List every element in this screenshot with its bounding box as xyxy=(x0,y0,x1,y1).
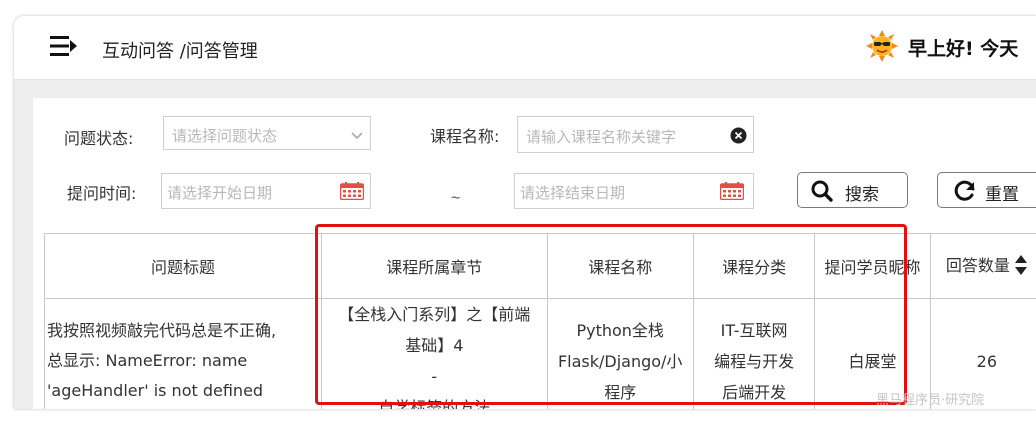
search-button[interactable]: 搜索 xyxy=(797,172,908,208)
chapter-line: 基础】4 xyxy=(405,336,464,355)
question-title-cell: 我按照视频敲完代码总是不正确, 总显示: NameError: name 'ag… xyxy=(43,298,323,409)
start-date-picker[interactable]: 请选择开始日期 xyxy=(161,173,371,209)
column-header-answers[interactable]: 回答数量 xyxy=(929,233,1036,299)
table-header-row: 问题标题 课程所属章节 课程名称 课程分类 提问学员昵称 回答数量 xyxy=(43,233,1036,299)
watermark: 黑马程序员·研究院 xyxy=(876,393,985,408)
questions-table: 问题标题 课程所属章节 课程名称 课程分类 提问学员昵称 回答数量 我按照视频敲… xyxy=(43,233,1036,409)
chapter-cell: 【全栈入门系列】之【前端 基础】4 - 自学标签的方法 xyxy=(321,298,548,409)
date-range-separator: ~ xyxy=(451,190,461,207)
app-window: 互动问答 /问答管理 早上好! 今天 问题状态: 请选择问题状态 课程名称: 请… xyxy=(14,16,1036,409)
category-line: 编程与开发 xyxy=(714,351,795,371)
chapter-line: 【全栈入门系列】之【前端 xyxy=(338,305,531,324)
category-line: 后端开发 xyxy=(722,382,787,402)
course-cell: Python全栈 Flask/Django/小 程序 xyxy=(546,298,694,409)
calendar-icon xyxy=(719,182,745,205)
course-line: Python全栈 xyxy=(576,320,664,340)
course-search-input[interactable]: 请输入课程名称关键字 xyxy=(517,116,754,153)
answers-header-label: 回答数量 xyxy=(945,256,1010,276)
question-title-line: 'ageHandler' is not defined xyxy=(47,381,264,400)
calendar-icon xyxy=(339,182,365,205)
reset-button[interactable]: 重置 xyxy=(937,172,1036,208)
clear-icon[interactable] xyxy=(730,127,747,149)
top-bar: 互动问答 /问答管理 早上好! 今天 xyxy=(14,16,1036,80)
sort-icon[interactable] xyxy=(1014,254,1028,280)
start-date-placeholder: 请选择开始日期 xyxy=(167,184,273,202)
chapter-line: 自学标签的方法 xyxy=(378,398,491,409)
menu-toggle-icon[interactable] xyxy=(50,34,78,58)
column-header-chapter: 课程所属章节 xyxy=(321,233,548,299)
time-label: 提问时间: xyxy=(67,184,137,203)
status-select[interactable]: 请选择问题状态 xyxy=(163,116,371,150)
course-input-placeholder: 请输入课程名称关键字 xyxy=(526,128,677,146)
greeting-text: 早上好! 今天 xyxy=(908,38,1019,60)
search-icon xyxy=(811,180,833,207)
status-select-placeholder: 请选择问题状态 xyxy=(172,127,278,145)
column-header-student: 提问学员昵称 xyxy=(814,233,931,299)
reset-button-label: 重置 xyxy=(985,185,1019,205)
category-cell: IT-互联网 编程与开发 后端开发 xyxy=(692,298,816,409)
course-line: Flask/Django/小 xyxy=(557,351,683,371)
question-title-line: 我按照视频敲完代码总是不正确, xyxy=(47,321,277,340)
category-line: IT-互联网 xyxy=(720,320,788,340)
main-panel: 问题状态: 请选择问题状态 课程名称: 请输入课程名称关键字 提问时间: 请选择… xyxy=(33,98,1036,409)
search-button-label: 搜索 xyxy=(845,185,879,205)
end-date-picker[interactable]: 请选择结束日期 xyxy=(514,173,754,209)
end-date-placeholder: 请选择结束日期 xyxy=(520,184,626,202)
course-line: 程序 xyxy=(604,382,637,402)
column-header-course: 课程名称 xyxy=(546,233,694,299)
chevron-down-icon xyxy=(350,128,364,146)
refresh-icon xyxy=(953,179,977,208)
column-header-category: 课程分类 xyxy=(692,233,816,299)
breadcrumb: 互动问答 /问答管理 xyxy=(102,41,258,62)
course-label: 课程名称: xyxy=(430,127,500,146)
column-header-title: 问题标题 xyxy=(43,233,323,299)
status-label: 问题状态: xyxy=(64,129,134,148)
sun-avatar-icon xyxy=(866,30,898,62)
chapter-line: - xyxy=(431,367,438,386)
question-title-line: 总显示: NameError: name xyxy=(47,351,248,370)
